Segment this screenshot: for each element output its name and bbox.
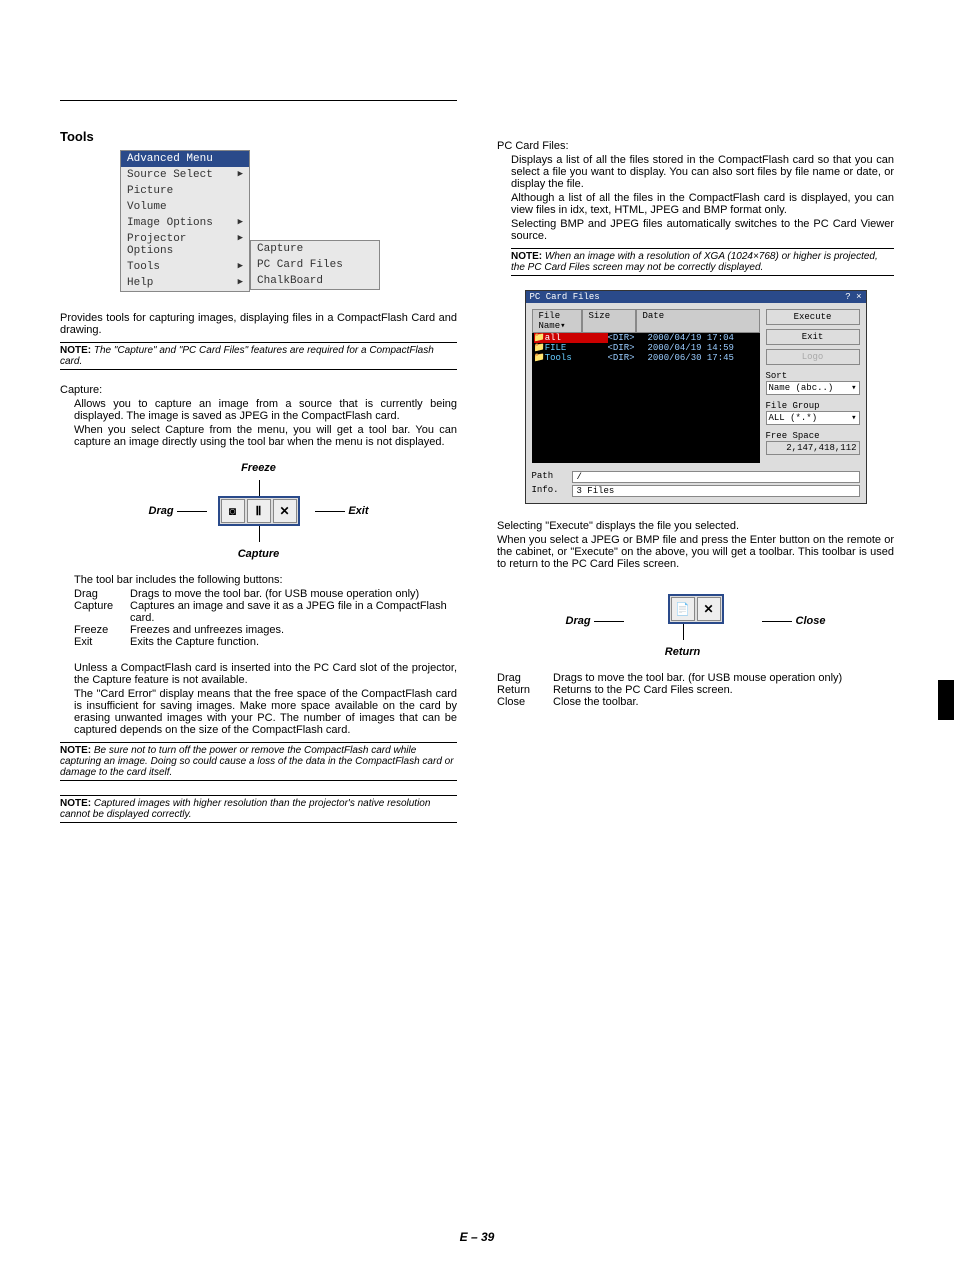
capture-p2: When you select Capture from the menu, y… bbox=[74, 424, 457, 448]
return-toolbar-figure: Drag 📄 ✕ Close Return bbox=[566, 588, 826, 654]
return-toolbar: 📄 ✕ bbox=[668, 594, 724, 624]
menu-item-image-options: Image Options▶ bbox=[121, 215, 249, 231]
info-value: 3 Files bbox=[572, 485, 860, 497]
execute-button: Execute bbox=[766, 309, 860, 325]
menu-item-volume: Volume bbox=[121, 199, 249, 215]
path-value: / bbox=[572, 471, 860, 483]
menu-sub: Capture PC Card Files ChalkBoard bbox=[250, 240, 380, 290]
arrow-right-icon: ▶ bbox=[238, 277, 243, 289]
arrow-right-icon: ▶ bbox=[238, 233, 243, 257]
capture-toolbar-figure: Freeze Drag ◙ Ⅱ ✕ Exit Capture bbox=[149, 466, 369, 556]
def-freeze: FreezeFreezes and unfreezes images. bbox=[74, 624, 457, 636]
dropdown-icon: ▾ bbox=[851, 413, 856, 423]
group-label: File Group bbox=[766, 401, 860, 411]
close-icon: ? × bbox=[845, 292, 861, 302]
freeze-icon: Ⅱ bbox=[247, 499, 271, 523]
pc-p2: Although a list of all the files in the … bbox=[511, 192, 894, 216]
def-close: CloseClose the toolbar. bbox=[497, 696, 894, 708]
def-exit: ExitExits the Capture function. bbox=[74, 636, 457, 648]
free-space-value: 2,147,418,112 bbox=[766, 441, 860, 455]
submenu-chalkboard: ChalkBoard bbox=[251, 273, 379, 289]
pc-card-heading: PC Card Files: bbox=[497, 140, 894, 152]
group-field: ALL (*.*)▾ bbox=[766, 411, 860, 425]
note-power-off: NOTE: Be sure not to turn off the power … bbox=[60, 742, 457, 781]
page-number: E – 39 bbox=[0, 1230, 954, 1244]
capture-p4: The "Card Error" display means that the … bbox=[74, 688, 457, 736]
capture-toolbar: ◙ Ⅱ ✕ bbox=[218, 496, 300, 526]
note-resolution: NOTE: Captured images with higher resolu… bbox=[60, 795, 457, 823]
jpeg-bmp-p: When you select a JPEG or BMP file and p… bbox=[497, 534, 894, 570]
dialog-footer: Path / Info. 3 Files bbox=[526, 471, 866, 503]
menu-title: Advanced Menu bbox=[121, 151, 249, 167]
menu-main: Advanced Menu Source Select▶ Picture Vol… bbox=[120, 150, 250, 292]
tools-intro: Provides tools for capturing images, dis… bbox=[60, 312, 457, 336]
exit-icon: ✕ bbox=[273, 499, 297, 523]
label-freeze: Freeze bbox=[241, 462, 276, 474]
logo-button: Logo bbox=[766, 349, 860, 365]
capture-p1: Allows you to capture an image from a so… bbox=[74, 398, 457, 422]
arrow-right-icon: ▶ bbox=[238, 169, 243, 181]
capture-icon: ◙ bbox=[221, 499, 245, 523]
def-drag: DragDrags to move the tool bar. (for USB… bbox=[74, 588, 457, 600]
file-row: 📁Tools<DIR>2000/06/30 17:45 bbox=[532, 353, 760, 363]
close-icon: ✕ bbox=[697, 597, 721, 621]
side-panel: Execute Exit Logo Sort Name (abc..)▾ Fil… bbox=[766, 309, 860, 463]
def-drag: DragDrags to move the tool bar. (for USB… bbox=[497, 672, 894, 684]
tools-heading: Tools bbox=[60, 100, 457, 144]
select-execute: Selecting "Execute" displays the file yo… bbox=[497, 520, 894, 532]
dropdown-icon: ▾ bbox=[851, 383, 856, 393]
toolbar-intro: The tool bar includes the following butt… bbox=[74, 574, 457, 586]
file-list: File Name▾ Size Date 📁all<DIR>2000/04/19… bbox=[532, 309, 760, 463]
left-column: Tools Advanced Menu Source Select▶ Pictu… bbox=[60, 100, 457, 837]
arrow-right-icon: ▶ bbox=[238, 261, 243, 273]
pc-p3: Selecting BMP and JPEG files automatical… bbox=[511, 218, 894, 242]
label-close: Close bbox=[762, 615, 825, 627]
free-space-label: Free Space bbox=[766, 431, 860, 441]
label-drag: Drag bbox=[566, 615, 624, 627]
menu-item-source-select: Source Select▶ bbox=[121, 167, 249, 183]
menu-item-picture: Picture bbox=[121, 183, 249, 199]
label-drag: Drag bbox=[149, 505, 207, 517]
file-row: 📁FILE<DIR>2000/04/19 14:59 bbox=[532, 343, 760, 353]
file-header: File Name▾ Size Date bbox=[532, 309, 760, 333]
note-compactflash: NOTE: The "Capture" and "PC Card Files" … bbox=[60, 342, 457, 370]
menu-item-projector-options: Projector Options▶ bbox=[121, 231, 249, 259]
arrow-right-icon: ▶ bbox=[238, 217, 243, 229]
dialog-titlebar: PC Card Files ? × bbox=[526, 291, 866, 303]
label-return: Return bbox=[665, 646, 700, 658]
menu-item-help: Help▶ bbox=[121, 275, 249, 291]
capture-p3: Unless a CompactFlash card is inserted i… bbox=[74, 662, 457, 686]
def-capture: CaptureCaptures an image and save it as … bbox=[74, 600, 457, 624]
right-column: PC Card Files: Displays a list of all th… bbox=[497, 100, 894, 837]
sort-label: Sort bbox=[766, 371, 860, 381]
def-return: ReturnReturns to the PC Card Files scree… bbox=[497, 684, 894, 696]
note-xga: NOTE: When an image with a resolution of… bbox=[511, 248, 894, 276]
col-date: Date bbox=[636, 309, 760, 333]
return-toolbar-defs: DragDrags to move the tool bar. (for USB… bbox=[497, 672, 894, 708]
page-tab bbox=[938, 680, 954, 720]
menu-item-tools: Tools▶ bbox=[121, 259, 249, 275]
sort-field: Name (abc..)▾ bbox=[766, 381, 860, 395]
exit-button: Exit bbox=[766, 329, 860, 345]
toolbar-defs: DragDrags to move the tool bar. (for USB… bbox=[74, 588, 457, 648]
capture-heading: Capture: bbox=[60, 384, 457, 396]
submenu-capture: Capture bbox=[251, 241, 379, 257]
advanced-menu-figure: Advanced Menu Source Select▶ Picture Vol… bbox=[120, 150, 457, 292]
pc-p1: Displays a list of all the files stored … bbox=[511, 154, 894, 190]
pc-card-files-dialog: PC Card Files ? × File Name▾ Size Date 📁… bbox=[525, 290, 867, 504]
col-filename: File Name▾ bbox=[532, 309, 582, 333]
info-label: Info. bbox=[532, 485, 568, 497]
label-capture: Capture bbox=[238, 548, 280, 560]
submenu-pc-card-files: PC Card Files bbox=[251, 257, 379, 273]
col-size: Size bbox=[582, 309, 636, 333]
file-row: 📁all<DIR>2000/04/19 17:04 bbox=[532, 333, 760, 343]
path-label: Path bbox=[532, 471, 568, 483]
return-icon: 📄 bbox=[671, 597, 695, 621]
label-exit: Exit bbox=[315, 505, 368, 517]
